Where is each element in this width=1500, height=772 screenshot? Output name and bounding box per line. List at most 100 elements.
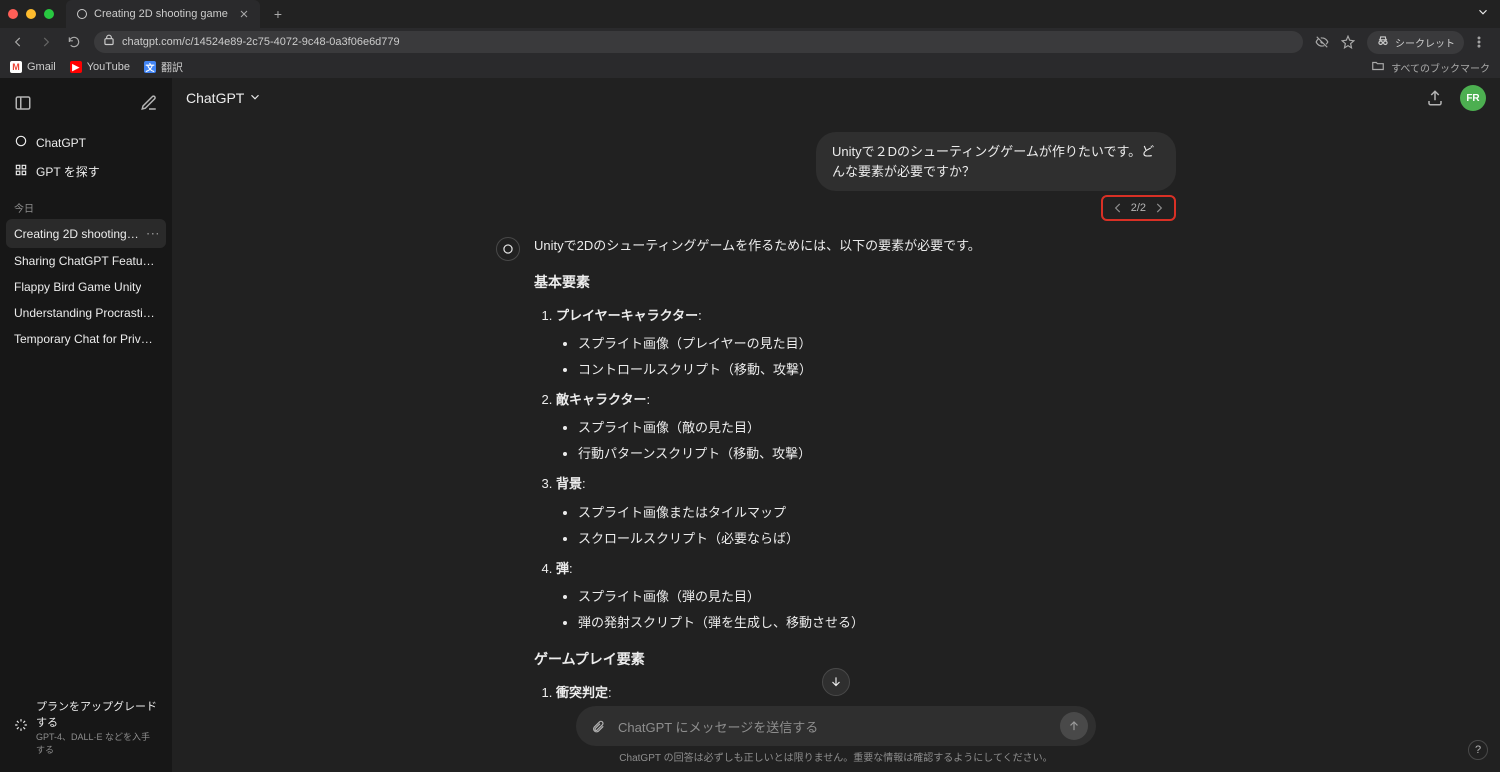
message-input[interactable]: ChatGPT にメッセージを送信する [576,706,1096,746]
history-item-label: Sharing ChatGPT Features [14,254,158,268]
heading-basic: 基本要素 [534,271,981,295]
incognito-badge[interactable]: シークレット [1367,31,1464,54]
input-area: ChatGPT にメッセージを送信する [576,706,1096,746]
back-button[interactable] [6,30,30,54]
tab-bar: Creating 2D shooting game + [0,0,1500,28]
list-item: 行動パターンスクリプト（移動、攻撃） [578,443,981,465]
input-placeholder: ChatGPT にメッセージを送信する [618,717,1052,736]
sidebar-item-explore[interactable]: GPT を探す [6,157,166,186]
share-button[interactable] [1422,85,1448,111]
chatgpt-icon [14,134,28,151]
bookmarks-bar: M Gmail ▶ YouTube 文 翻訳 すべてのブックマーク [0,56,1500,78]
tab-overflow-icon[interactable] [1476,5,1490,24]
list-item: スプライト画像またはタイルマップ [578,502,981,524]
section-today: 今日 [6,192,166,219]
forward-button [34,30,58,54]
avatar[interactable]: FR [1460,85,1486,111]
address-bar[interactable]: chatgpt.com/c/14524e89-2c75-4072-9c48-0a… [94,31,1303,53]
list-item: スプライト画像（敵の見た目） [578,417,981,439]
bookmark-translate[interactable]: 文 翻訳 [144,59,183,75]
new-chat-button[interactable] [136,90,162,116]
incognito-label: シークレット [1395,35,1455,50]
all-bookmarks-label: すべてのブックマーク [1391,60,1490,75]
tab-title: Creating 2D shooting game [94,8,228,20]
history-item-label: Creating 2D shooting game [14,227,142,241]
main-header: ChatGPT FR [172,78,1500,118]
list-item: スプライト画像（弾の見た目） [578,586,981,608]
history-item-label: Flappy Bird Game Unity [14,280,141,294]
reload-button[interactable] [62,30,86,54]
history-item[interactable]: Temporary Chat for Privacy [6,326,166,352]
list-item: プレイヤーキャラクター: スプライト画像（プレイヤーの見た目） コントロールスク… [556,305,981,381]
list-item: 背景: スプライト画像またはタイルマップ スクロールスクリプト（必要ならば） [556,473,981,549]
app: ChatGPT GPT を探す 今日 Creating 2D shooting … [0,78,1500,772]
bookmark-youtube[interactable]: ▶ YouTube [70,61,130,73]
scroll-to-bottom-button[interactable] [822,668,850,696]
folder-icon [1371,59,1385,76]
assistant-message: Unityで2Dのシューティングゲームを作るためには、以下の要素が必要です。 基… [534,235,981,712]
collapse-sidebar-button[interactable] [10,90,36,116]
prev-version-button[interactable] [1111,201,1125,215]
sparkle-icon [14,718,28,737]
history-item-active[interactable]: Creating 2D shooting game ⋯ [6,219,166,248]
sidebar-upgrade[interactable]: プランをアップグレードする GPT-4、DALL·E などを入手する [6,690,166,764]
chevron-down-icon [248,90,262,107]
list-item: スクロールスクリプト（必要ならば） [578,528,981,550]
next-version-button[interactable] [1152,201,1166,215]
history-item-label: Understanding Procrastination; O [14,306,158,320]
browser-tab[interactable]: Creating 2D shooting game [66,0,260,28]
user-message-row: Unityで２Dのシューティングゲームが作りたいです。どんな要素が必要ですか？ [496,132,1176,191]
browser-chrome: Creating 2D shooting game + chatgpt.com/… [0,0,1500,78]
bookmark-gmail[interactable]: M Gmail [10,61,56,73]
version-counter: 2/2 [1131,202,1146,214]
bookmark-label: 翻訳 [161,59,183,75]
sidebar: ChatGPT GPT を探す 今日 Creating 2D shooting … [0,78,172,772]
avatar-initials: FR [1466,93,1479,104]
attach-file-button[interactable] [586,714,610,738]
window-controls [8,9,54,19]
upgrade-title: プランをアップグレードする [36,698,158,730]
list-item: コントロールスクリプト（移動、攻撃） [578,359,981,381]
assistant-message-row: Unityで2Dのシューティングゲームを作るためには、以下の要素が必要です。 基… [496,235,1176,712]
list-item: スプライト画像（プレイヤーの見た目） [578,333,981,355]
assistant-avatar-icon [496,237,520,261]
translate-icon: 文 [144,61,156,73]
list-item: 衝突判定: [556,682,981,704]
history-item[interactable]: Understanding Procrastination; O [6,300,166,326]
model-selector[interactable]: ChatGPT [186,90,262,107]
close-window-icon[interactable] [8,9,18,19]
history-more-icon[interactable]: ⋯ [146,225,158,242]
disclaimer: ChatGPT の回答は必ずしも正しいとは限りません。重要な情報は確認するように… [619,749,1052,764]
star-icon[interactable] [1337,31,1359,53]
bookmark-label: Gmail [27,61,56,73]
history-item[interactable]: Flappy Bird Game Unity [6,274,166,300]
hide-icon[interactable] [1311,31,1333,53]
tab-close-icon[interactable] [238,8,250,20]
url-text: chatgpt.com/c/14524e89-2c75-4072-9c48-0a… [122,36,400,48]
site-info-icon[interactable] [102,34,116,51]
list-item: 弾の発射スクリプト（弾を生成し、移動させる） [578,612,981,634]
assistant-intro: Unityで2Dのシューティングゲームを作るためには、以下の要素が必要です。 [534,235,981,257]
sidebar-item-label: ChatGPT [36,136,86,150]
maximize-window-icon[interactable] [44,9,54,19]
grid-icon [14,163,28,180]
minimize-window-icon[interactable] [26,9,36,19]
send-button[interactable] [1060,712,1088,740]
list-item: 敵キャラクター: スプライト画像（敵の見た目） 行動パターンスクリプト（移動、攻… [556,389,981,465]
sidebar-item-chatgpt[interactable]: ChatGPT [6,128,166,157]
user-message: Unityで２Dのシューティングゲームが作りたいです。どんな要素が必要ですか？ [816,132,1176,191]
all-bookmarks[interactable]: すべてのブックマーク [1371,59,1490,76]
sidebar-item-label: GPT を探す [36,163,100,180]
heading-gameplay: ゲームプレイ要素 [534,648,981,672]
browser-menu-icon[interactable] [1468,31,1490,53]
new-tab-button[interactable]: + [268,4,288,24]
toolbar-right: シークレット [1311,31,1494,54]
history-item[interactable]: Sharing ChatGPT Features [6,248,166,274]
list-item: 弾: スプライト画像（弾の見た目） 弾の発射スクリプト（弾を生成し、移動させる） [556,558,981,634]
version-navigator: 2/2 [496,195,1176,221]
chatgpt-favicon-icon [76,8,88,20]
browser-toolbar: chatgpt.com/c/14524e89-2c75-4072-9c48-0a… [0,28,1500,56]
upgrade-subtitle: GPT-4、DALL·E などを入手する [36,730,158,756]
main: ChatGPT FR Unityで２Dのシューティングゲームが作りたいです。どん… [172,78,1500,772]
help-button[interactable]: ? [1468,740,1488,760]
